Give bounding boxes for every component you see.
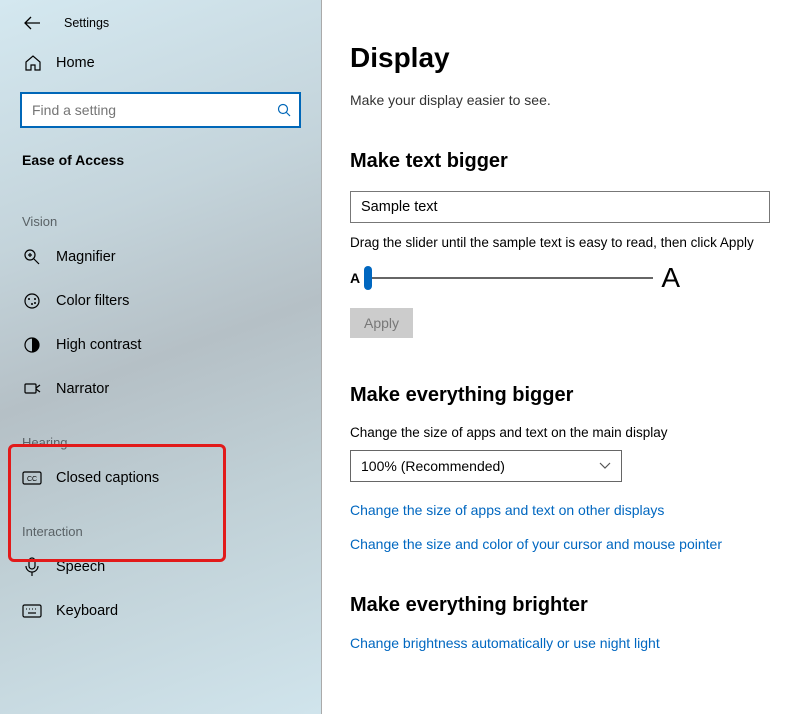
section-heading-everything: Make everything bigger bbox=[350, 384, 784, 407]
high-contrast-icon bbox=[22, 335, 42, 355]
page-subtitle: Make your display easier to see. bbox=[350, 92, 784, 108]
search-icon bbox=[277, 103, 291, 117]
slider-min-label: A bbox=[350, 270, 360, 286]
window-title: Settings bbox=[64, 16, 109, 30]
speech-icon bbox=[22, 557, 42, 577]
group-vision-label: Vision bbox=[0, 190, 321, 235]
section-heading-text: Make text bigger bbox=[350, 150, 784, 173]
sidebar: Settings Home Ease of Access Vision Magn… bbox=[0, 0, 322, 714]
back-icon[interactable] bbox=[24, 16, 40, 30]
link-night-light[interactable]: Change brightness automatically or use n… bbox=[350, 635, 784, 651]
main-content: Display Make your display easier to see.… bbox=[322, 0, 812, 714]
sample-text-box: Sample text bbox=[350, 191, 770, 223]
group-hearing-label: Hearing bbox=[0, 411, 321, 456]
apply-button: Apply bbox=[350, 308, 413, 338]
sidebar-item-narrator[interactable]: Narrator bbox=[0, 367, 321, 411]
search-wrap bbox=[20, 92, 301, 128]
closed-captions-icon: CC bbox=[22, 468, 42, 488]
section-heading-brighter: Make everything brighter bbox=[350, 594, 784, 617]
sidebar-item-label: Speech bbox=[56, 559, 105, 575]
sidebar-item-speech[interactable]: Speech bbox=[0, 545, 321, 589]
titlebar: Settings bbox=[0, 12, 321, 42]
group-interaction-label: Interaction bbox=[0, 500, 321, 545]
chevron-down-icon bbox=[599, 462, 611, 470]
sidebar-item-label: Narrator bbox=[56, 381, 109, 397]
sidebar-item-label: Magnifier bbox=[56, 249, 116, 265]
sidebar-item-magnifier[interactable]: Magnifier bbox=[0, 235, 321, 279]
text-size-slider[interactable]: A A bbox=[350, 262, 680, 294]
search-input[interactable] bbox=[20, 92, 301, 128]
home-icon bbox=[24, 54, 42, 72]
link-other-displays[interactable]: Change the size of apps and text on othe… bbox=[350, 502, 784, 518]
scale-select-value: 100% (Recommended) bbox=[361, 458, 505, 474]
color-filters-icon bbox=[22, 291, 42, 311]
svg-text:CC: CC bbox=[27, 476, 37, 483]
slider-thumb[interactable] bbox=[364, 266, 372, 290]
slider-track[interactable] bbox=[368, 277, 653, 279]
magnifier-icon bbox=[22, 247, 42, 267]
sidebar-item-closed-captions[interactable]: CC Closed captions bbox=[0, 456, 321, 500]
scale-description: Change the size of apps and text on the … bbox=[350, 425, 784, 440]
home-nav[interactable]: Home bbox=[0, 42, 321, 84]
page-title: Display bbox=[350, 42, 784, 74]
sidebar-item-label: Color filters bbox=[56, 293, 129, 309]
keyboard-icon bbox=[22, 601, 42, 621]
sidebar-item-color-filters[interactable]: Color filters bbox=[0, 279, 321, 323]
narrator-icon bbox=[22, 379, 42, 399]
slider-max-label: A bbox=[661, 262, 680, 294]
slider-description: Drag the slider until the sample text is… bbox=[350, 235, 784, 250]
home-label: Home bbox=[56, 55, 95, 71]
sidebar-item-label: High contrast bbox=[56, 337, 141, 353]
scale-select[interactable]: 100% (Recommended) bbox=[350, 450, 622, 482]
category-label: Ease of Access bbox=[0, 144, 321, 190]
link-cursor-pointer[interactable]: Change the size and color of your cursor… bbox=[350, 536, 784, 552]
sidebar-item-high-contrast[interactable]: High contrast bbox=[0, 323, 321, 367]
sidebar-item-label: Keyboard bbox=[56, 603, 118, 619]
sidebar-item-label: Closed captions bbox=[56, 470, 159, 486]
sidebar-item-keyboard[interactable]: Keyboard bbox=[0, 589, 321, 633]
